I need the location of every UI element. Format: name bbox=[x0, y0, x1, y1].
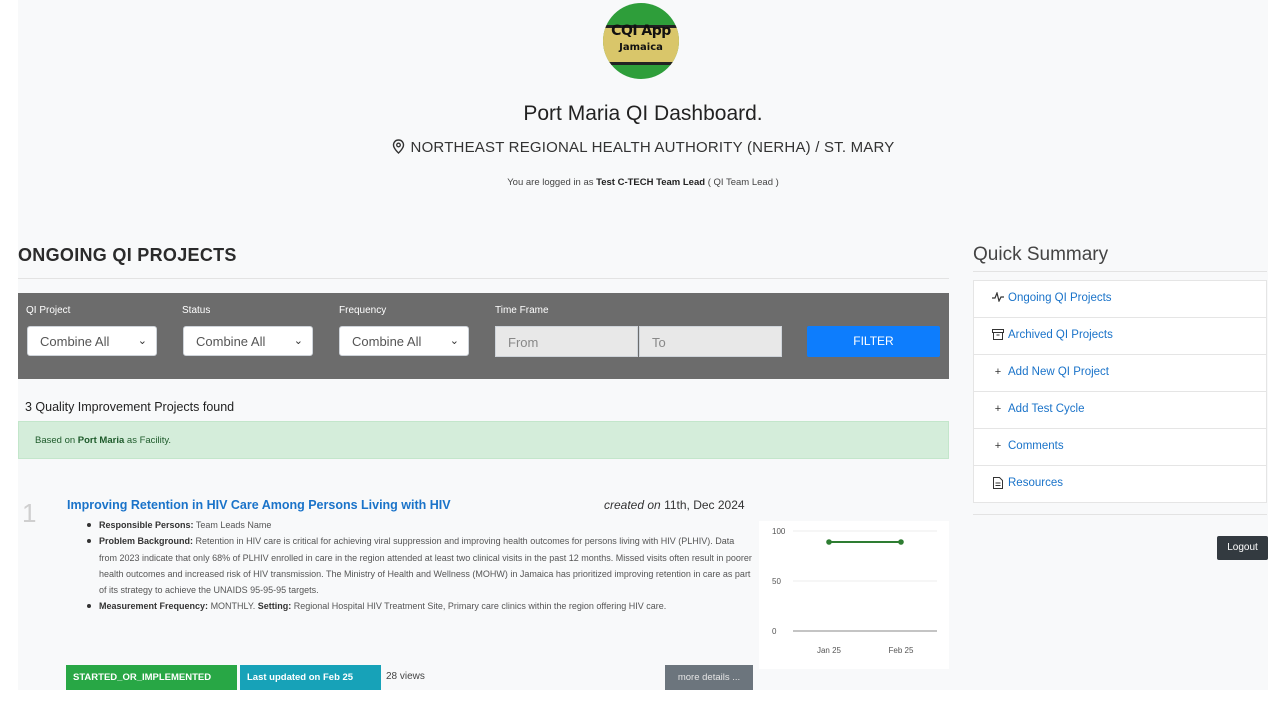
timeframe-label: Time Frame bbox=[495, 305, 549, 316]
quick-link-resources[interactable]: Resources bbox=[973, 466, 1267, 503]
location-text: NORTHEAST REGIONAL HEALTH AUTHORITY (NER… bbox=[410, 139, 895, 156]
quick-link-add-test-cycle[interactable]: + Add Test Cycle bbox=[973, 392, 1267, 429]
facility-alert: Based on Port Maria as Facility. bbox=[18, 421, 949, 459]
project-details: Responsible Persons: Team Leads Name Pro… bbox=[87, 517, 754, 615]
data-point bbox=[826, 539, 832, 545]
created-prefix: created on bbox=[604, 498, 661, 512]
plus-icon: + bbox=[994, 403, 1002, 415]
data-point bbox=[898, 539, 904, 545]
list-item: Problem Background: Retention in HIV car… bbox=[87, 533, 754, 598]
setting-label: Setting: bbox=[257, 601, 292, 612]
quick-link-label: Ongoing QI Projects bbox=[1008, 292, 1112, 304]
quick-link-archived[interactable]: Archived QI Projects bbox=[973, 318, 1267, 355]
updated-badge: Last updated on Feb 25 bbox=[240, 665, 381, 690]
frequency-value-text: MONTHLY. bbox=[210, 601, 256, 612]
frequency-select[interactable]: Combine All ⌄ bbox=[339, 326, 469, 356]
facility-name: Port Maria bbox=[77, 435, 125, 446]
quick-link-label: Resources bbox=[1008, 477, 1063, 489]
qi-project-select[interactable]: Combine All ⌄ bbox=[27, 326, 157, 356]
chevron-down-icon: ⌄ bbox=[449, 335, 459, 347]
to-date-input[interactable]: To bbox=[639, 326, 782, 357]
y-tick-label: 100 bbox=[772, 527, 786, 536]
alert-suffix: as Facility. bbox=[126, 435, 172, 446]
chevron-down-icon: ⌄ bbox=[293, 335, 303, 347]
dashboard-page: CQI App Jamaica Port Maria QI Dashboard.… bbox=[18, 0, 1268, 690]
list-item: Responsible Persons: Team Leads Name bbox=[87, 517, 754, 533]
page-title: Port Maria QI Dashboard. bbox=[523, 102, 763, 125]
quick-link-ongoing[interactable]: Ongoing QI Projects bbox=[973, 280, 1267, 318]
map-pin-icon bbox=[392, 139, 405, 158]
project-chart: 0 50 100 Jan 25 Feb 25 bbox=[759, 521, 949, 669]
plus-icon: + bbox=[994, 440, 1002, 452]
views-count: 28 views bbox=[386, 671, 425, 682]
divider bbox=[18, 278, 949, 279]
setting-value: Regional Hospital HIV Treatment Site, Pr… bbox=[293, 601, 667, 612]
quick-link-add-project[interactable]: + Add New QI Project bbox=[973, 355, 1267, 392]
x-tick-label: Feb 25 bbox=[889, 646, 914, 655]
logo-text-line1: CQI App bbox=[611, 23, 671, 39]
status-select[interactable]: Combine All ⌄ bbox=[183, 326, 313, 356]
logout-button[interactable]: Logout bbox=[1217, 536, 1268, 560]
user-role: ( QI Team Lead ) bbox=[707, 177, 779, 188]
status-badge: STARTED_OR_IMPLEMENTED bbox=[66, 665, 237, 690]
frequency-value: Combine All bbox=[352, 334, 422, 349]
y-tick-label: 0 bbox=[772, 627, 777, 636]
quick-summary-list: Ongoing QI Projects Archived QI Projects… bbox=[973, 280, 1267, 503]
facility-alert-text: Based on Port Maria as Facility. bbox=[35, 435, 171, 446]
activity-icon bbox=[991, 291, 1005, 305]
project-number: 1 bbox=[22, 498, 37, 528]
more-details-button[interactable]: more details ... bbox=[665, 665, 753, 690]
status-label: Status bbox=[182, 305, 211, 316]
results-count: 3 Quality Improvement Projects found bbox=[25, 400, 235, 414]
document-icon bbox=[991, 477, 1005, 492]
user-name: Test C-TECH Team Lead bbox=[596, 177, 706, 188]
location-line: NORTHEAST REGIONAL HEALTH AUTHORITY (NER… bbox=[18, 139, 1268, 158]
archive-icon bbox=[991, 329, 1005, 343]
app-logo: CQI App Jamaica bbox=[603, 3, 679, 79]
frequency-label-text: Measurement Frequency: bbox=[99, 601, 209, 612]
project-title-link[interactable]: Improving Retention in HIV Care Among Pe… bbox=[67, 498, 451, 512]
filter-bar: QI Project Combine All ⌄ Status Combine … bbox=[18, 293, 949, 379]
responsible-label: Responsible Persons: bbox=[99, 520, 194, 530]
quick-link-label: Add Test Cycle bbox=[1008, 403, 1085, 415]
y-tick-label: 50 bbox=[772, 577, 781, 586]
background-label: Problem Background: bbox=[99, 536, 194, 547]
quick-link-label: Comments bbox=[1008, 440, 1064, 452]
logged-in-prefix: You are logged in as bbox=[507, 177, 594, 188]
qi-project-value: Combine All bbox=[40, 334, 110, 349]
quick-summary-title: Quick Summary bbox=[973, 244, 1109, 265]
background-value: Retention in HIV care is critical for ac… bbox=[99, 536, 752, 596]
x-tick-label: Jan 25 bbox=[817, 646, 842, 655]
frequency-label: Frequency bbox=[339, 305, 387, 316]
list-item: Measurement Frequency: MONTHLY. Setting:… bbox=[87, 598, 754, 614]
qi-project-label: QI Project bbox=[26, 305, 71, 316]
created-date: 11th, Dec 2024 bbox=[664, 498, 745, 512]
quick-link-comments[interactable]: + Comments bbox=[973, 429, 1267, 466]
from-date-input[interactable]: From bbox=[495, 326, 638, 357]
project-created: created on 11th, Dec 2024 bbox=[604, 498, 745, 512]
responsible-value: Team Leads Name bbox=[195, 520, 272, 530]
chart-svg: 0 50 100 Jan 25 Feb 25 bbox=[772, 527, 937, 655]
quick-link-label: Add New QI Project bbox=[1008, 366, 1109, 378]
divider bbox=[973, 514, 1267, 515]
status-value: Combine All bbox=[196, 334, 266, 349]
quick-link-label: Archived QI Projects bbox=[1008, 329, 1113, 341]
filter-button[interactable]: FILTER bbox=[807, 326, 940, 357]
plus-icon: + bbox=[994, 366, 1002, 378]
alert-prefix: Based on bbox=[35, 435, 76, 446]
logo-text-line2: Jamaica bbox=[619, 42, 663, 53]
chevron-down-icon: ⌄ bbox=[137, 335, 147, 347]
section-title: ONGOING QI PROJECTS bbox=[18, 245, 237, 265]
divider bbox=[973, 271, 1267, 272]
logged-in-notice: You are logged in as Test C-TECH Team Le… bbox=[18, 177, 1268, 188]
